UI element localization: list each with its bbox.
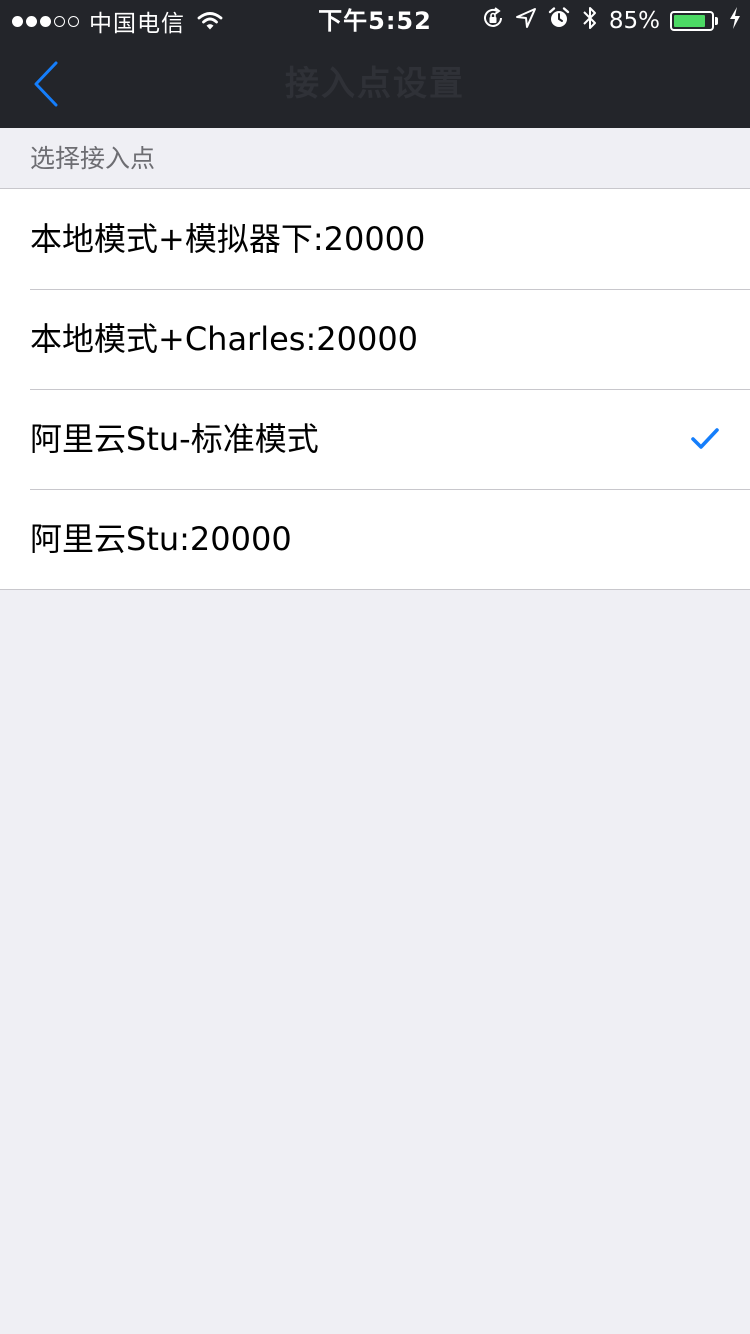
access-point-label: 阿里云Stu:20000 (30, 520, 292, 558)
bluetooth-icon (581, 5, 599, 37)
orientation-lock-icon (481, 6, 505, 36)
access-point-row[interactable]: 本地模式+模拟器下:20000 (0, 189, 750, 289)
charging-bolt-icon (728, 6, 742, 36)
location-arrow-icon (515, 7, 537, 35)
page-title: 接入点设置 (285, 64, 465, 104)
access-point-list: 本地模式+模拟器下:20000 本地模式+Charles:20000 阿里云St… (0, 188, 750, 590)
status-bar: 中国电信 下午5:52 85% (0, 0, 750, 40)
back-button[interactable] (24, 54, 68, 114)
access-point-label: 本地模式+模拟器下:20000 (30, 220, 426, 258)
chevron-left-icon (34, 61, 58, 107)
battery-percent: 85% (608, 8, 660, 34)
access-point-row[interactable]: 阿里云Stu:20000 (0, 489, 750, 589)
battery-cap (715, 17, 718, 25)
battery-body (670, 11, 714, 31)
access-point-label: 本地模式+Charles:20000 (30, 320, 419, 358)
battery-icon (670, 11, 718, 31)
section-header: 选择接入点 (30, 144, 156, 173)
access-point-row[interactable]: 本地模式+Charles:20000 (0, 289, 750, 389)
navigation-bar: 接入点设置 (0, 40, 750, 128)
status-right: 85% (481, 5, 742, 37)
header: 中国电信 下午5:52 85% 接入点设置 (0, 0, 750, 128)
alarm-icon (547, 6, 571, 36)
access-point-row[interactable]: 阿里云Stu-标准模式 (0, 389, 750, 489)
battery-fill (674, 15, 705, 27)
checkmark-icon (691, 428, 719, 449)
access-point-label: 阿里云Stu-标准模式 (30, 420, 319, 458)
